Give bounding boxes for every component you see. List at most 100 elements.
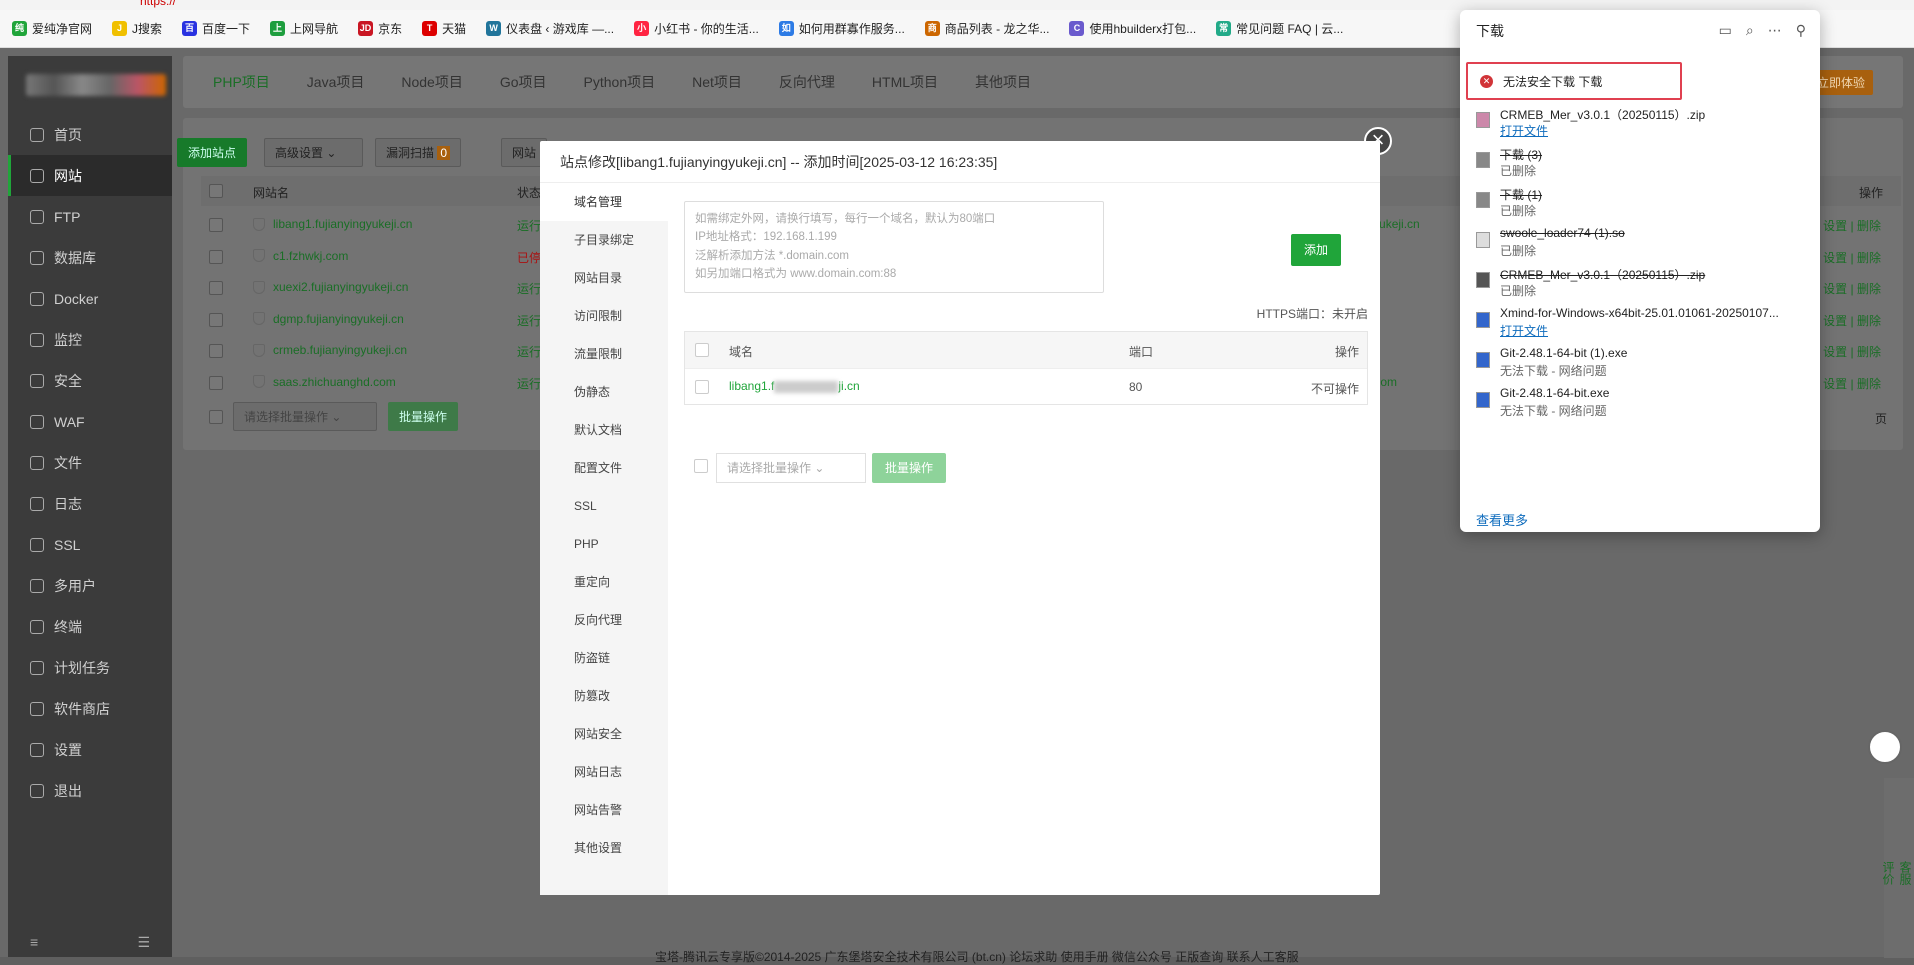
- download-status[interactable]: 打开文件: [1500, 122, 1548, 139]
- bookmark-item[interactable]: 常常见问题 FAQ | 云...: [1216, 20, 1343, 37]
- bookmark-item[interactable]: 小小红书 - 你的生活...: [634, 20, 759, 37]
- site-settings-link[interactable]: 设置: [1823, 219, 1847, 233]
- site-name-link[interactable]: c1.fzhwkj.com: [253, 249, 348, 263]
- unsafe-download-warning[interactable]: ✕ 无法安全下载 下载: [1466, 62, 1682, 100]
- add-domain-button[interactable]: 添加: [1291, 234, 1341, 266]
- service-avatar[interactable]: [1868, 730, 1902, 764]
- add-site-button[interactable]: 添加站点: [177, 138, 248, 167]
- site-status[interactable]: 运行: [517, 217, 541, 234]
- see-more-link[interactable]: 查看更多: [1476, 510, 1528, 529]
- modal-nav-item[interactable]: 域名管理: [540, 183, 668, 221]
- domain-link[interactable]: libang1.f ji.cn: [729, 379, 860, 393]
- sidebar-item[interactable]: 网站: [8, 155, 172, 196]
- modal-nav-item[interactable]: 访问限制: [540, 297, 668, 335]
- download-item[interactable]: Git-2.48.1-64-bit.exe 无法下载 - 网络问题: [1476, 386, 1812, 430]
- site-delete-link[interactable]: 删除: [1857, 377, 1881, 391]
- sidebar-item[interactable]: WAF: [8, 401, 172, 442]
- bookmark-item[interactable]: 如如何用群寡作服务...: [778, 20, 905, 37]
- sidebar-item[interactable]: 退出: [8, 770, 172, 811]
- project-tab[interactable]: PHP项目: [213, 72, 270, 92]
- project-tab[interactable]: 反向代理: [779, 72, 835, 92]
- modal-nav-item[interactable]: 流量限制: [540, 335, 668, 373]
- site-settings-link[interactable]: 设置: [1823, 345, 1847, 359]
- modal-nav-item[interactable]: 防盗链: [540, 639, 668, 677]
- modal-nav-item[interactable]: 网站告警: [540, 791, 668, 829]
- float-service-bar[interactable]: 客服 评价: [1881, 778, 1914, 958]
- site-row-checkbox[interactable]: [209, 281, 223, 295]
- sidebar-item[interactable]: FTP: [8, 196, 172, 237]
- site-status[interactable]: 运行: [517, 343, 541, 360]
- site-delete-link[interactable]: 删除: [1857, 314, 1881, 328]
- bookmark-item[interactable]: W 仪表盘 ‹ 游戏库 —...: [486, 20, 614, 37]
- domain-row-checkbox[interactable]: [695, 380, 709, 394]
- bookmark-item[interactable]: 商商品列表 - 龙之华...: [924, 20, 1049, 37]
- modal-nav-item[interactable]: 网站安全: [540, 715, 668, 753]
- project-tab[interactable]: Python项目: [584, 72, 656, 92]
- domain-batch-button[interactable]: 批量操作: [872, 453, 946, 483]
- site-status[interactable]: 已停: [517, 249, 541, 266]
- review-label[interactable]: 评价: [1881, 861, 1895, 885]
- site-name-link[interactable]: saas.zhichuanghd.com: [253, 375, 396, 389]
- select-all-checkbox[interactable]: [209, 184, 223, 198]
- project-tab[interactable]: Go项目: [500, 72, 547, 92]
- folder-icon[interactable]: ▭: [1719, 22, 1732, 39]
- modal-nav-item[interactable]: PHP: [540, 525, 668, 563]
- domain-select-all-checkbox[interactable]: [695, 343, 709, 357]
- download-item[interactable]: Xmind-for-Windows-x64bit-25.01.01061-202…: [1476, 306, 1812, 350]
- site-settings-link[interactable]: 设置: [1823, 282, 1847, 296]
- bookmark-item[interactable]: 百百度一下: [182, 20, 250, 37]
- sidebar-item[interactable]: 终端: [8, 606, 172, 647]
- service-label[interactable]: 客服: [1898, 861, 1912, 885]
- sidebar-item[interactable]: 多用户: [8, 565, 172, 606]
- site-name-link[interactable]: xuexi2.fujianyingyukeji.cn: [253, 280, 408, 294]
- sidebar-item[interactable]: 日志: [8, 483, 172, 524]
- more-icon[interactable]: ⋯: [1768, 22, 1782, 39]
- site-name-link[interactable]: dgmp.fujianyingyukeji.cn: [253, 312, 404, 326]
- modal-nav-item[interactable]: 其他设置: [540, 829, 668, 867]
- download-item[interactable]: 下载 (3) 已删除: [1476, 146, 1812, 190]
- modal-nav-item[interactable]: 网站日志: [540, 753, 668, 791]
- menu-icon[interactable]: ☰: [137, 934, 150, 951]
- modal-nav-item[interactable]: 默认文档: [540, 411, 668, 449]
- batch-select[interactable]: 请选择批量操作 ⌄: [233, 402, 377, 431]
- address-bar-url[interactable]: https://: [140, 0, 176, 8]
- project-tab[interactable]: Node项目: [401, 72, 462, 92]
- sidebar-item[interactable]: 设置: [8, 729, 172, 770]
- site-status[interactable]: 运行: [517, 312, 541, 329]
- sidebar-item[interactable]: 监控: [8, 319, 172, 360]
- site-name-link[interactable]: libang1.fujianyingyukeji.cn: [253, 217, 412, 231]
- project-tab[interactable]: HTML项目: [872, 72, 938, 92]
- vuln-scan-button[interactable]: 漏洞扫描 0: [375, 138, 462, 167]
- modal-nav-item[interactable]: 网站目录: [540, 259, 668, 297]
- project-tab[interactable]: Net项目: [692, 72, 742, 92]
- batch-checkbox[interactable]: [209, 410, 223, 424]
- site-row-checkbox[interactable]: [209, 375, 223, 390]
- site-settings-link[interactable]: 设置: [1823, 251, 1847, 265]
- domain-batch-select[interactable]: 请选择批量操作 ⌄: [716, 453, 866, 483]
- sidebar-item[interactable]: 文件: [8, 442, 172, 483]
- modal-nav-item[interactable]: 配置文件: [540, 449, 668, 487]
- batch-button[interactable]: 批量操作: [388, 402, 459, 431]
- project-tab[interactable]: Java项目: [307, 72, 365, 92]
- sidebar-item[interactable]: 安全: [8, 360, 172, 401]
- download-item[interactable]: Git-2.48.1-64-bit (1).exe 无法下载 - 网络问题: [1476, 346, 1812, 390]
- bookmark-item[interactable]: 纯爱纯净官网: [12, 20, 92, 37]
- modal-nav-item[interactable]: SSL: [540, 487, 668, 525]
- site-row-checkbox[interactable]: [209, 218, 223, 232]
- bookmark-item[interactable]: 上上网导航: [270, 20, 338, 37]
- site-delete-link[interactable]: 删除: [1857, 251, 1881, 265]
- site-settings-link[interactable]: 设置: [1823, 314, 1847, 328]
- bookmark-item[interactable]: J J搜索: [112, 20, 162, 37]
- site-delete-link[interactable]: 删除: [1857, 282, 1881, 296]
- pin-icon[interactable]: ⚲: [1796, 22, 1806, 39]
- site-row-checkbox[interactable]: [209, 344, 223, 358]
- header-site-name[interactable]: 网站名: [253, 184, 289, 201]
- advanced-settings-button[interactable]: 高级设置 ⌄: [264, 138, 363, 167]
- domain-textarea[interactable]: 如需绑定外网，请换行填写，每行一个域名，默认为80端口 IP地址格式：192.16…: [684, 201, 1104, 293]
- sidebar-item[interactable]: 数据库: [8, 237, 172, 278]
- project-tab[interactable]: 其他项目: [975, 72, 1031, 92]
- sidebar-item[interactable]: SSL: [8, 524, 172, 565]
- download-status[interactable]: 打开文件: [1500, 322, 1548, 339]
- modal-nav-item[interactable]: 反向代理: [540, 601, 668, 639]
- site-delete-link[interactable]: 删除: [1857, 345, 1881, 359]
